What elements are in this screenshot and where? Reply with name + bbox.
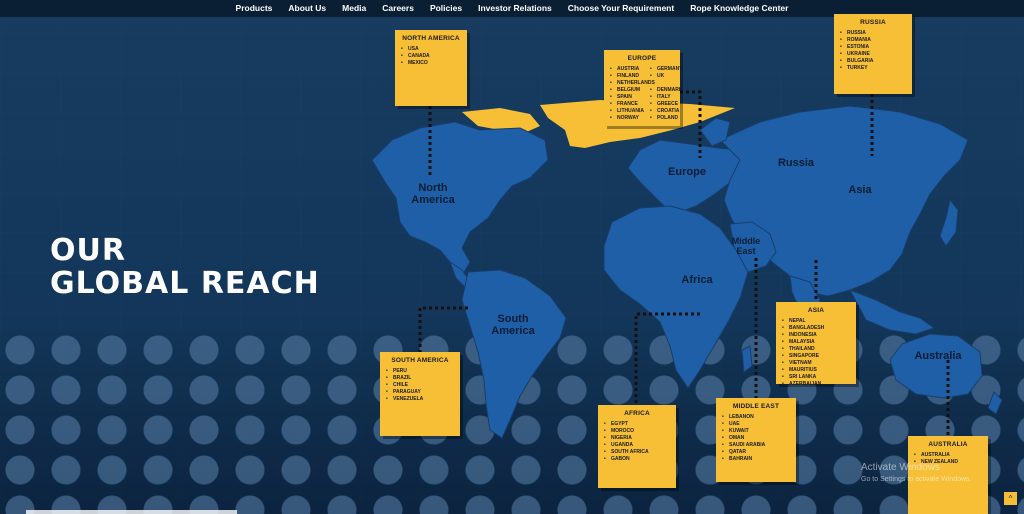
country-item: NORWAY <box>610 115 644 122</box>
country-item: BANGLADESH <box>782 325 850 332</box>
country-item: SINGAPORE <box>782 353 850 360</box>
label-south-america: South America <box>491 313 535 337</box>
bottom-progress-bar <box>26 510 237 514</box>
country-item: VIETNAM <box>782 360 850 367</box>
country-list: USA CANADA MEXICO <box>401 46 461 67</box>
country-list: PERU BRAZIL CHILE PARAGUAY VENEZUELA <box>386 368 454 403</box>
country-item: CROATIA <box>650 108 683 115</box>
country-list: LEBANON UAE KUWAIT OMAN SAUDI ARABIA QAT… <box>722 414 790 463</box>
card-title: SOUTH AMERICA <box>391 357 449 364</box>
card-south-america: SOUTH AMERICA PERU BRAZIL CHILE PARAGUAY… <box>380 352 460 436</box>
country-list: EGYPT MOROCO NIGERIA UGANDA SOUTH AFRICA… <box>604 421 670 463</box>
label-australia: Australia <box>914 350 962 362</box>
scroll-to-top-button[interactable]: ^ <box>1004 492 1017 505</box>
country-item: UGANDA <box>604 442 670 449</box>
activate-windows-watermark: Activate Windows Go to Settings to activ… <box>861 462 972 486</box>
country-item: MAURITIUS <box>782 367 850 374</box>
country-item: ROMANIA <box>840 37 906 44</box>
card-europe: EUROPE AUSTRIA GERMANY FINLAND UK NETHER… <box>604 50 683 126</box>
country-item: DENMARK <box>650 87 683 94</box>
country-item: NETHERLANDS <box>610 80 683 87</box>
country-item: SOUTH AFRICA <box>604 449 670 456</box>
country-item: SRI LANKA <box>782 374 850 381</box>
country-item: UKRAINE <box>840 51 906 58</box>
country-item: QATAR <box>722 449 790 456</box>
country-item: UAE <box>722 421 790 428</box>
connector-south-america <box>418 306 468 352</box>
country-item: LEBANON <box>722 414 790 421</box>
card-title: AUSTRALIA <box>928 441 968 448</box>
country-item: UK <box>650 73 683 80</box>
country-item: GREECE <box>650 101 683 108</box>
country-item: AUSTRALIA <box>914 452 982 459</box>
card-north-america: NORTH AMERICA USA CANADA MEXICO <box>395 30 467 106</box>
label-middle-east: Middle East <box>731 236 761 256</box>
country-item: TURKEY <box>840 65 906 72</box>
africa-shape <box>603 205 749 389</box>
country-item: BRAZIL <box>386 375 454 382</box>
country-list: AUSTRIA GERMANY FINLAND UK NETHERLANDS B… <box>610 66 683 122</box>
country-item: GERMANY <box>650 66 683 73</box>
label-north-america: North America <box>411 182 455 206</box>
country-list: NEPAL BANGLADESH INDONESIA MALAYSIA THAI… <box>782 318 850 388</box>
card-russia: RUSSIA RUSSIA ROMANIA ESTONIA UKRAINE BU… <box>834 14 912 94</box>
country-item: BAHRAIN <box>722 456 790 463</box>
label-asia: Asia <box>848 184 872 196</box>
country-item: SAUDI ARABIA <box>722 442 790 449</box>
country-item: ESTONIA <box>840 44 906 51</box>
country-item: AUSTRIA <box>610 66 644 73</box>
label-europe: Europe <box>668 166 706 178</box>
country-item: RUSSIA <box>840 30 906 37</box>
country-item: PARAGUAY <box>386 389 454 396</box>
southeast-asia-shape <box>848 289 936 335</box>
country-item: THAILAND <box>782 346 850 353</box>
japan-shape <box>939 198 959 247</box>
chevron-up-icon: ^ <box>1008 494 1013 503</box>
watermark-subtitle: Go to Settings to activate Windows. <box>861 476 972 483</box>
south-america-shape <box>461 269 567 439</box>
country-item: POLAND <box>650 115 683 122</box>
country-item: CHILE <box>386 382 454 389</box>
country-item: FINLAND <box>610 73 644 80</box>
country-item: MALAYSIA <box>782 339 850 346</box>
country-item: NIGERIA <box>604 435 670 442</box>
card-title: AFRICA <box>624 410 650 417</box>
country-item: BULGARIA <box>840 58 906 65</box>
card-title: MIDDLE EAST <box>732 403 780 410</box>
card-asia: ASIA NEPAL BANGLADESH INDONESIA MALAYSIA… <box>776 302 856 388</box>
country-item: MOROCO <box>604 428 670 435</box>
country-item: USA <box>401 46 461 53</box>
country-item: EGYPT <box>604 421 670 428</box>
country-list: RUSSIA ROMANIA ESTONIA UKRAINE BULGARIA … <box>840 30 906 72</box>
country-item: GABON <box>604 456 670 463</box>
country-item: FRANCE <box>610 101 644 108</box>
new-zealand-shape <box>987 391 1003 415</box>
country-item: KUWAIT <box>722 428 790 435</box>
australia-shape <box>889 333 983 399</box>
label-russia: Russia <box>777 157 815 169</box>
country-item: PERU <box>386 368 454 375</box>
label-africa: Africa <box>681 274 713 286</box>
card-title: EUROPE <box>627 55 657 62</box>
country-item: SPAIN <box>610 94 644 101</box>
country-item: AZERBAIJAN <box>782 381 850 388</box>
country-item: ITALY <box>650 94 683 101</box>
country-item: NEPAL <box>782 318 850 325</box>
card-africa: AFRICA EGYPT MOROCO NIGERIA UGANDA SOUTH… <box>598 405 676 488</box>
country-item: OMAN <box>722 435 790 442</box>
card-title: NORTH AMERICA <box>402 35 460 42</box>
card-title: ASIA <box>807 307 825 314</box>
country-item: INDONESIA <box>782 332 850 339</box>
card-title: RUSSIA <box>860 19 886 26</box>
madagascar-shape <box>741 345 753 373</box>
card-middle-east: MIDDLE EAST LEBANON UAE KUWAIT OMAN SAUD… <box>716 398 796 482</box>
country-item: BELGIUM <box>610 87 644 94</box>
country-item: MEXICO <box>401 60 461 67</box>
country-item: LITHUANIA <box>610 108 644 115</box>
country-item: VENEZUELA <box>386 396 454 403</box>
watermark-title: Activate Windows <box>861 462 940 473</box>
country-item: CANADA <box>401 53 461 60</box>
